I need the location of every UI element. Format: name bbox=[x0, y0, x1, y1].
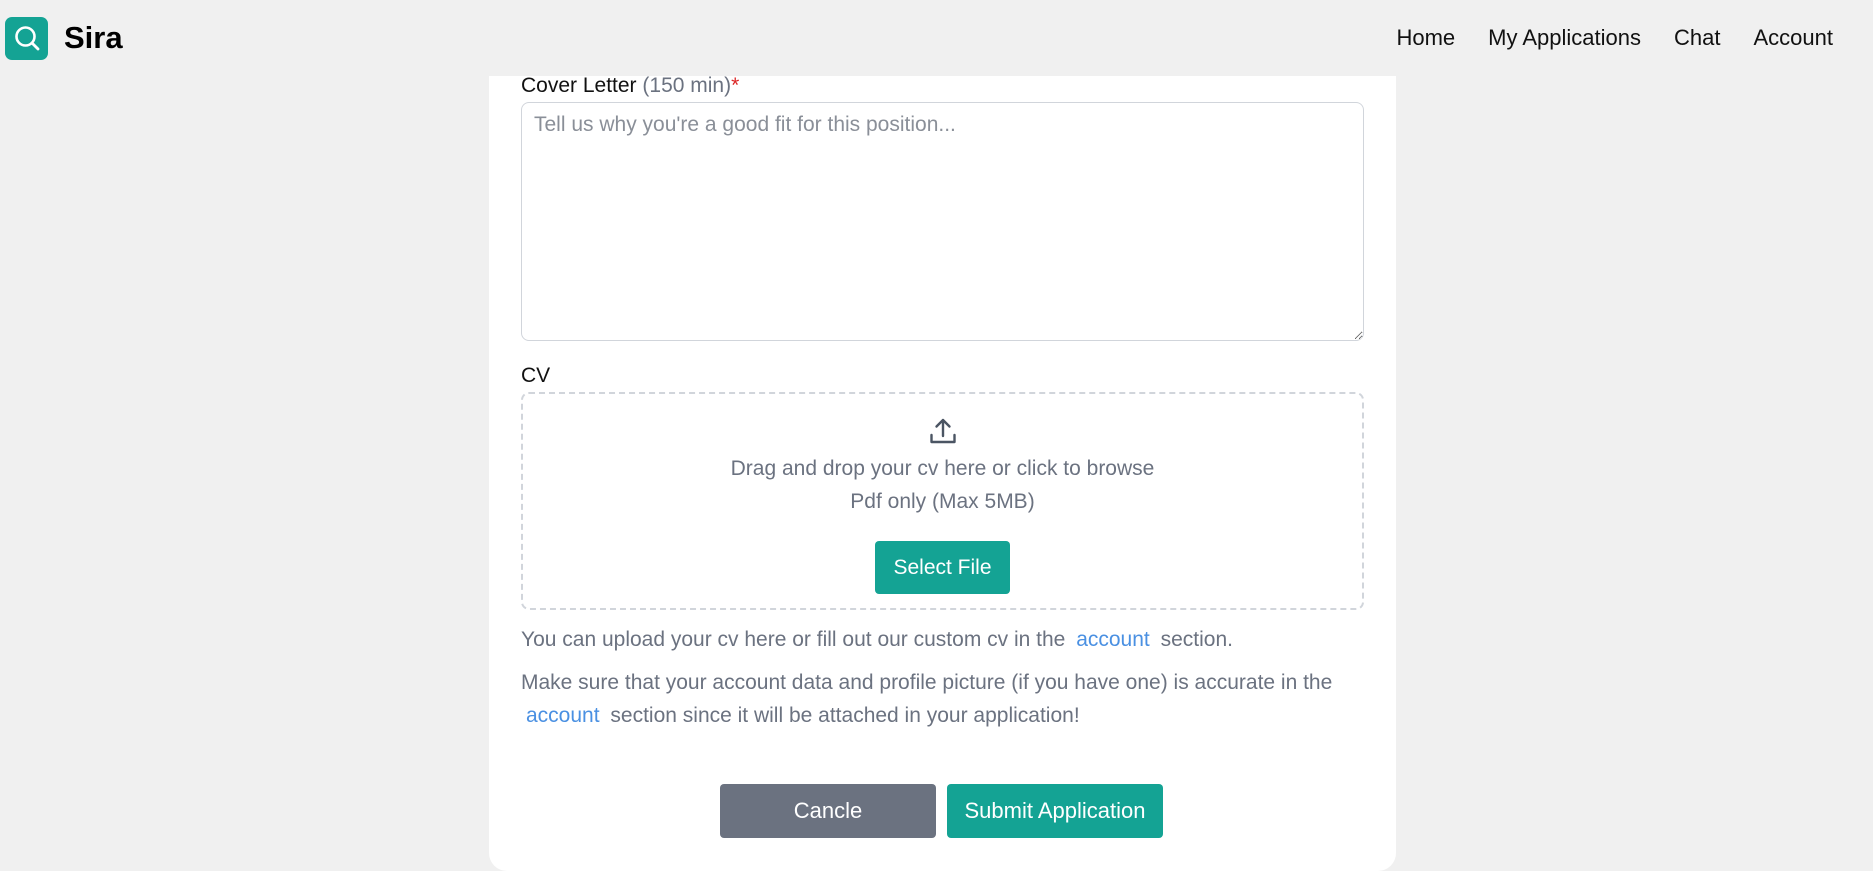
note2-text: Make sure that your account data and pro… bbox=[521, 671, 1333, 694]
brand[interactable]: Sira bbox=[5, 16, 123, 60]
submit-application-button[interactable]: Submit Application bbox=[947, 784, 1163, 838]
note1-text: You can upload your cv here or fill out … bbox=[521, 628, 1066, 651]
main-nav: Home My Applications Chat Account bbox=[1396, 25, 1833, 51]
cancel-button[interactable]: Cancle bbox=[720, 784, 936, 838]
cv-upload-note: You can upload your cv here or fill out … bbox=[521, 623, 1371, 656]
required-asterisk: * bbox=[731, 74, 740, 97]
application-form-card: Cover Letter (150 min)* CV Drag and drop… bbox=[489, 50, 1396, 871]
account-link[interactable]: account bbox=[1071, 628, 1155, 651]
dropzone-format-hint: Pdf only (Max 5MB) bbox=[850, 490, 1035, 513]
top-navbar: Sira Home My Applications Chat Account bbox=[0, 0, 1873, 76]
cover-letter-min-hint: (150 min) bbox=[642, 74, 732, 97]
form-actions: Cancle Submit Application bbox=[720, 784, 1163, 838]
nav-chat[interactable]: Chat bbox=[1674, 25, 1720, 51]
dropzone-text: Drag and drop your cv here or click to b… bbox=[731, 452, 1155, 518]
cover-letter-textarea[interactable] bbox=[521, 102, 1364, 341]
account-data-note: Make sure that your account data and pro… bbox=[521, 666, 1371, 732]
note1-text-end: section. bbox=[1160, 628, 1233, 651]
nav-account[interactable]: Account bbox=[1754, 25, 1834, 51]
brand-name: Sira bbox=[64, 20, 123, 55]
nav-home[interactable]: Home bbox=[1396, 25, 1455, 51]
select-file-button[interactable]: Select File bbox=[875, 541, 1010, 594]
note2-text-end: section since it will be attached in you… bbox=[610, 704, 1080, 727]
cv-dropzone[interactable]: Drag and drop your cv here or click to b… bbox=[521, 392, 1364, 610]
cv-label: CV bbox=[521, 364, 551, 387]
cover-letter-label-text: Cover Letter bbox=[521, 74, 637, 97]
nav-my-applications[interactable]: My Applications bbox=[1488, 25, 1641, 51]
upload-icon bbox=[929, 418, 956, 444]
dropzone-instruction: Drag and drop your cv here or click to b… bbox=[730, 457, 1155, 480]
search-icon bbox=[5, 16, 48, 60]
cover-letter-label: Cover Letter (150 min)* bbox=[521, 74, 739, 98]
account-link-2[interactable]: account bbox=[521, 704, 605, 727]
